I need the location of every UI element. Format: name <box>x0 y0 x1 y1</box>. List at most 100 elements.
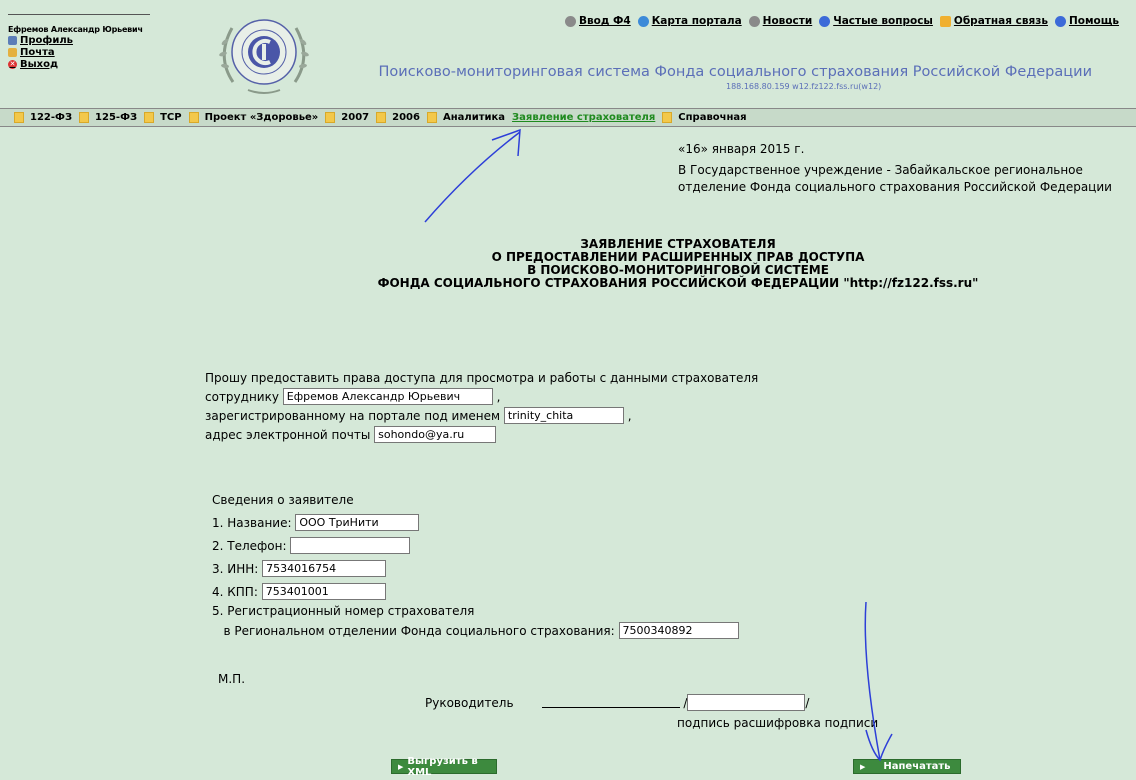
employee-row: сотруднику Ефремов Александр Юрьевич , <box>205 387 758 406</box>
form-intro-row: Прошу предоставить права доступа для про… <box>205 368 758 387</box>
access-request-form: Прошу предоставить права доступа для про… <box>205 368 758 444</box>
topnav-label[interactable]: Обратная связь <box>954 15 1048 27</box>
folder-icon <box>188 112 199 123</box>
org-name-field[interactable]: ООО ТриНити <box>295 514 420 531</box>
menu-analytics[interactable]: Аналитика <box>426 112 505 123</box>
topnav-faq[interactable]: Частые вопросы <box>819 15 933 27</box>
menu-125fz[interactable]: 125-ФЗ <box>79 112 137 123</box>
reg-row-2: в Региональном отделении Фонда социально… <box>212 619 739 642</box>
email-row: адрес электронной почты sohondo@ya.ru <box>205 425 758 444</box>
menu-label[interactable]: Аналитика <box>443 112 505 123</box>
signature-decode-field[interactable] <box>687 694 806 711</box>
folder-icon <box>325 112 336 123</box>
menu-label[interactable]: 122-ФЗ <box>30 112 72 123</box>
phone-label: 2. Телефон: <box>212 538 287 553</box>
menu-project-health[interactable]: Проект «Здоровье» <box>188 112 319 123</box>
signature-caption: подпись расшифровка подписи <box>677 716 879 730</box>
menu-2007[interactable]: 2007 <box>325 112 369 123</box>
menu-2006[interactable]: 2006 <box>376 112 420 123</box>
arrow-icon: ▶ <box>398 762 404 771</box>
pencil-icon <box>748 15 760 27</box>
signature-line <box>541 698 680 708</box>
email-label: адрес электронной почты <box>205 427 371 442</box>
applicant-heading: Сведения о заявителе <box>212 492 354 507</box>
title-line: ФОНДА СОЦИАЛЬНОГО СТРАХОВАНИЯ РОССИЙСКОЙ… <box>377 276 979 290</box>
kpp-row: 4. КПП: 753401001 <box>212 580 739 603</box>
signature-row: Руководитель / / <box>425 694 809 711</box>
menu-insurer-application[interactable]: Заявление страхователя <box>512 112 655 123</box>
menu-122fz[interactable]: 122-ФЗ <box>14 112 72 123</box>
system-title: Поисково-мониторинговая система Фонда со… <box>378 64 1092 80</box>
topnav-label[interactable]: Карта портала <box>652 15 742 27</box>
reg-label: 5. Регистрационный номер страхователя <box>212 604 475 618</box>
exit-icon: ✕ <box>8 59 17 69</box>
org-name-row: 1. Название: ООО ТриНити <box>212 511 739 534</box>
topnav-label[interactable]: Помощь <box>1069 15 1119 27</box>
stamp-place: М.П. <box>218 672 246 686</box>
comma: , <box>496 389 501 404</box>
kpp-field[interactable]: 753401001 <box>261 583 386 600</box>
document-title: ЗАЯВЛЕНИЕ СТРАХОВАТЕЛЯ О ПРЕДОСТАВЛЕНИИ … <box>0 238 1136 290</box>
menu-reference[interactable]: Справочная <box>662 112 747 123</box>
phone-field[interactable] <box>290 537 411 554</box>
topnav-news[interactable]: Новости <box>748 15 813 27</box>
menu-label[interactable]: Справочная <box>678 112 746 123</box>
feedback-icon <box>939 15 951 27</box>
export-xml-button[interactable]: ▶ Выгрузить в XML <box>391 756 497 778</box>
email-field[interactable]: sohondo@ya.ru <box>374 426 497 443</box>
folder-icon <box>426 112 437 123</box>
menu-label[interactable]: 125-ФЗ <box>95 112 137 123</box>
mail-label[interactable]: Почта <box>20 47 55 58</box>
profile-icon <box>8 35 17 45</box>
inn-label: 3. ИНН: <box>212 561 259 576</box>
info-icon <box>819 15 831 27</box>
exit-label[interactable]: Выход <box>20 59 58 70</box>
document-addressee: В Государственное учреждение - Забайкаль… <box>678 163 1112 194</box>
topnav-label[interactable]: Частые вопросы <box>833 15 933 27</box>
folder-icon <box>14 112 24 123</box>
topnav-sitemap[interactable]: Карта портала <box>637 15 742 27</box>
topnav-feedback[interactable]: Обратная связь <box>939 15 1048 27</box>
print-label[interactable]: Напечатать <box>869 761 950 772</box>
menu-label[interactable]: 2007 <box>341 112 369 123</box>
reg-number-field[interactable]: 7500340892 <box>618 622 739 639</box>
kpp-label: 4. КПП: <box>212 584 258 599</box>
menu-label[interactable]: 2006 <box>392 112 420 123</box>
document-date: «16» января 2015 г. <box>678 142 805 156</box>
employee-label: сотруднику <box>205 389 279 404</box>
employee-field[interactable]: Ефремов Александр Юрьевич <box>282 388 493 405</box>
menu-label[interactable]: Проект «Здоровье» <box>205 112 319 123</box>
fss-logo <box>219 19 309 94</box>
mail-link[interactable]: Почта <box>8 46 150 58</box>
exit-link[interactable]: ✕ Выход <box>8 58 150 70</box>
profile-link[interactable]: Профиль <box>8 34 150 46</box>
help-icon <box>1054 15 1066 27</box>
login-label: зарегистрированному на портале под имене… <box>205 408 501 423</box>
topnav-help[interactable]: Помощь <box>1054 15 1119 27</box>
inn-field[interactable]: 7534016754 <box>262 560 387 577</box>
topnav-label[interactable]: Новости <box>763 15 813 27</box>
print-button[interactable]: ▶ Напечатать <box>853 759 961 774</box>
inn-row: 3. ИНН: 7534016754 <box>212 557 739 580</box>
menu-label[interactable]: ТСР <box>160 112 182 123</box>
topnav-input-f4[interactable]: Ввод Ф4 <box>565 15 631 27</box>
folder-icon <box>79 112 90 123</box>
form-intro: Прошу предоставить права доступа для про… <box>205 370 759 385</box>
pencil-icon <box>565 15 576 27</box>
system-server-info: 188.168.80.159 w12.fz122.fss.ru(w12) <box>726 82 882 91</box>
arrow-icon: ▶ <box>860 762 866 771</box>
folder-icon <box>144 112 155 123</box>
menu-label[interactable]: Заявление страхователя <box>512 112 655 123</box>
reg-row-1: 5. Регистрационный номер страхователя <box>212 603 739 619</box>
slash: / <box>679 695 688 710</box>
profile-label[interactable]: Профиль <box>20 35 73 46</box>
user-name: Ефремов Александр Юрьевич <box>8 25 143 34</box>
export-xml-label[interactable]: Выгрузить в XML <box>407 756 496 778</box>
reg-label-2: в Региональном отделении Фонда социально… <box>223 623 615 638</box>
slash: / <box>805 695 810 710</box>
menu-tsr[interactable]: ТСР <box>144 112 182 123</box>
comma: , <box>627 408 632 423</box>
login-field[interactable]: trinity_chita <box>503 407 624 424</box>
user-panel: Ефремов Александр Юрьевич Профиль Почта … <box>8 14 150 100</box>
topnav-label[interactable]: Ввод Ф4 <box>579 15 631 27</box>
